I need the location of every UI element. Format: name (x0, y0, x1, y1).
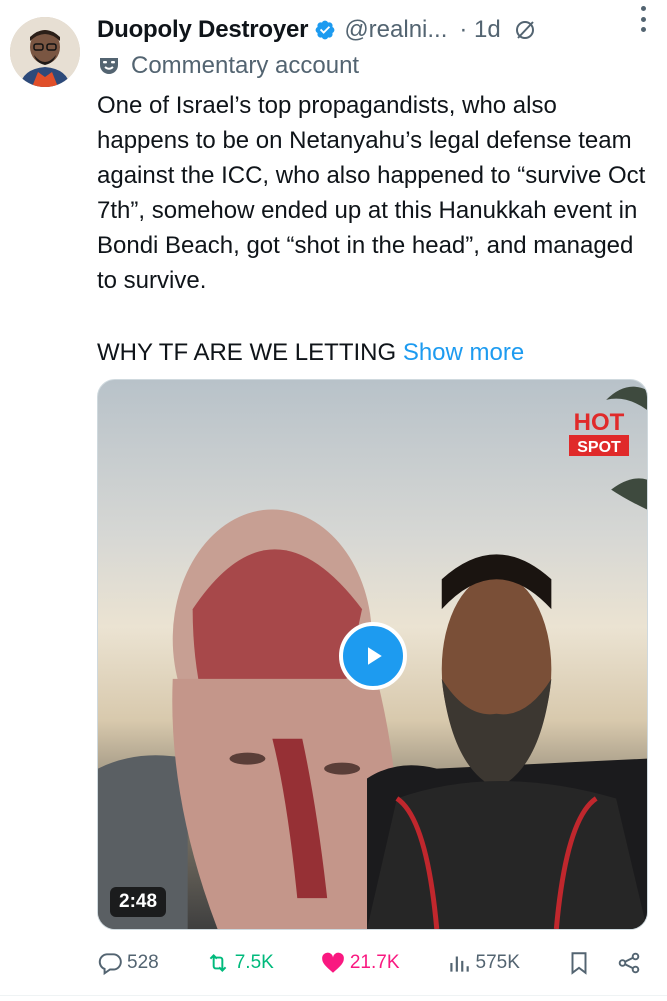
video-player[interactable]: HOT SPOT 2:48 (97, 379, 648, 930)
tweet-text-continued: WHY TF ARE WE LETTING Show more (97, 335, 652, 370)
tweet-timestamp[interactable]: · 1d (459, 16, 500, 44)
retweet-button[interactable]: 7.5K (205, 950, 274, 976)
views-count: 575K (475, 952, 520, 973)
tweet-text-truncated: WHY TF ARE WE LETTING (97, 339, 397, 366)
play-icon (368, 647, 382, 665)
watermark-hot: HOT (574, 409, 625, 436)
hot-spot-watermark: HOT SPOT (569, 409, 629, 456)
tweet-actions: 528 7.5K 21.7K 575K (97, 945, 642, 981)
grok-icon[interactable] (513, 18, 537, 42)
tweet-text: One of Israel’s top propagandists, who a… (97, 92, 646, 294)
secondary-actions (566, 950, 642, 976)
watermark-spot: SPOT (577, 439, 621, 456)
account-label: Commentary account (97, 50, 359, 82)
heart-icon (321, 952, 344, 973)
commentary-mask-icon (97, 54, 121, 78)
like-button[interactable]: 21.7K (320, 950, 400, 976)
share-icon[interactable] (616, 950, 642, 976)
avatar[interactable] (10, 17, 80, 87)
play-button[interactable] (339, 622, 407, 690)
reply-button[interactable]: 528 (97, 950, 159, 976)
show-more-link[interactable]: Show more (403, 339, 524, 366)
views-chart-icon (449, 956, 469, 972)
author-name[interactable]: Duopoly Destroyer (97, 16, 309, 44)
retweet-count: 7.5K (234, 952, 274, 973)
views-button[interactable]: 575K (446, 950, 520, 976)
more-options-icon[interactable] (637, 6, 649, 32)
reply-count: 528 (127, 952, 159, 973)
video-duration: 2:48 (110, 887, 167, 917)
like-count: 21.7K (349, 952, 400, 973)
retweet-icon (209, 954, 227, 972)
account-label-text: Commentary account (131, 52, 360, 79)
author-handle[interactable]: @realni... (344, 16, 447, 44)
reply-icon (98, 953, 122, 976)
tweet-divider (0, 995, 667, 996)
bookmark-icon[interactable] (566, 950, 592, 976)
avatar-image (10, 17, 80, 87)
verified-badge-icon (314, 19, 336, 41)
tweet-header: Duopoly Destroyer @realni... · 1d (97, 12, 647, 48)
